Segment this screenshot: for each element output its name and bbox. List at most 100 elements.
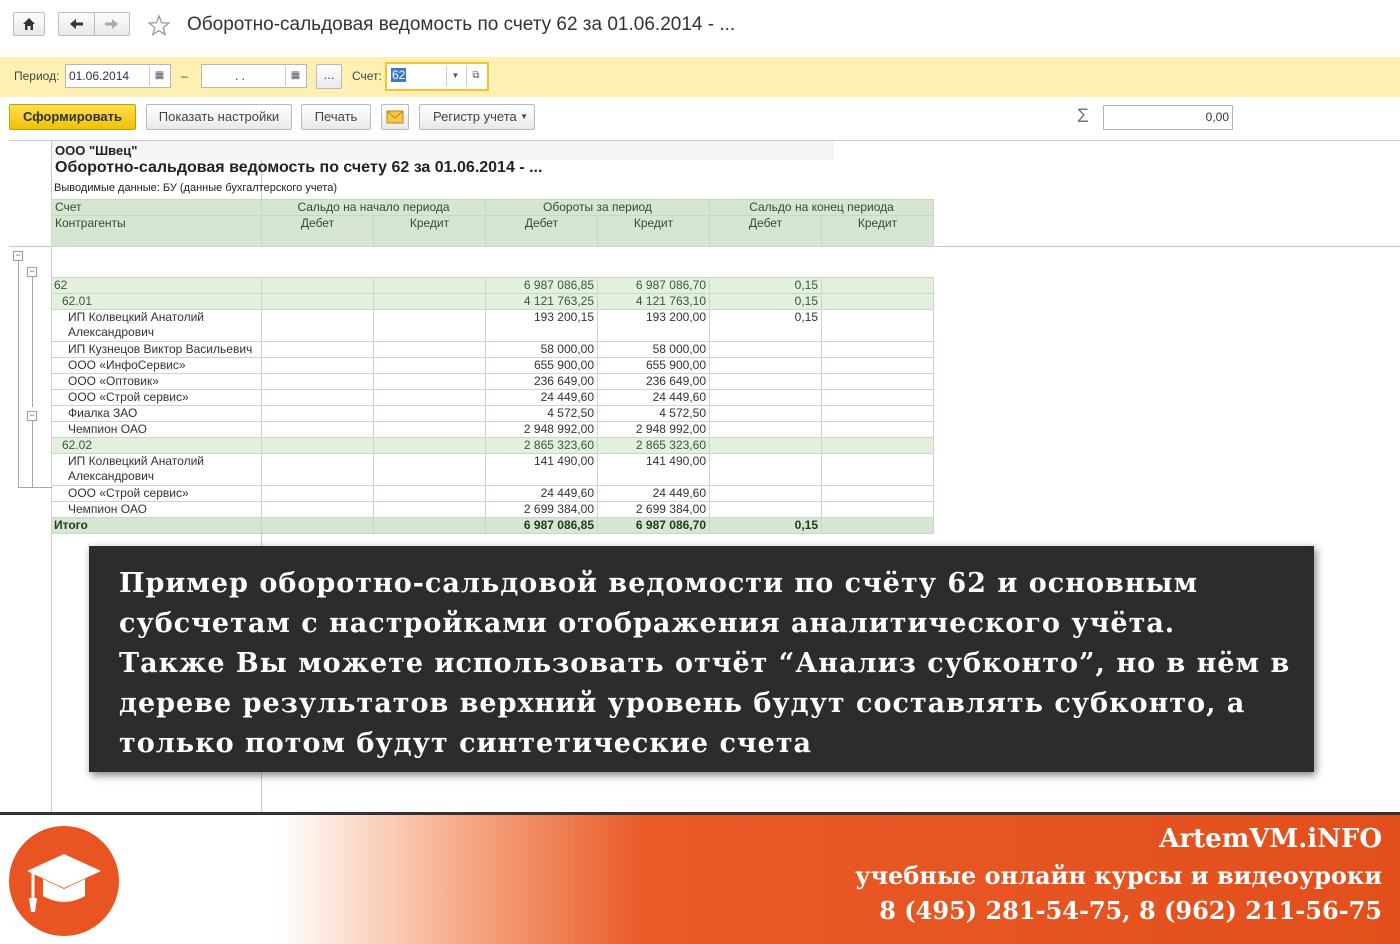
window-title: Оборотно-сальдовая ведомость по счету 62… — [187, 14, 736, 35]
amount-cell — [709, 341, 822, 358]
group-row[interactable]: 62 6 987 086,85 6 987 086,70 0,15 — [51, 277, 934, 294]
amount-cell — [261, 389, 374, 406]
group-row[interactable]: 62.01 4 121 763,25 4 121 763,10 0,15 — [51, 293, 934, 310]
table-row[interactable]: ООО «Оптовик» 236 649,00 236 649,00 — [51, 373, 934, 390]
register-dropdown[interactable]: Регистр учета ▼ — [419, 104, 535, 130]
amount-cell — [821, 277, 934, 294]
row-label: 62.02 — [51, 437, 262, 454]
phones: 8 (495) 281-54-75, 8 (962) 211-56-75 — [879, 896, 1382, 925]
back-button[interactable] — [58, 12, 94, 36]
amount-cell — [261, 357, 374, 374]
amount-cell — [261, 341, 374, 358]
period-from-input[interactable]: 01.06.2014 ▦ — [65, 64, 171, 88]
period-from-value: 01.06.2014 — [69, 69, 130, 83]
amount-cell: 193 200,15 — [485, 309, 598, 342]
caption-line: дереве результатов верхний уровень будут… — [119, 688, 1246, 719]
chevron-down-icon: ▼ — [520, 112, 528, 121]
col-header-counterparties: Контрагенты — [51, 215, 262, 247]
amount-cell: 2 865 323,60 — [485, 437, 598, 454]
email-button[interactable] — [381, 104, 409, 130]
row-label-text: 62 — [54, 278, 68, 293]
row-label: Чемпион ОАО — [51, 421, 262, 438]
amount-cell — [373, 437, 486, 454]
total-row[interactable]: Итого 6 987 086,85 6 987 086,70 0,15 — [51, 517, 934, 534]
table-row[interactable]: ИП Кузнецов Виктор Васильевич 58 000,00 58… — [51, 341, 934, 358]
gap-cell — [821, 246, 934, 278]
table-row[interactable]: ИП Колвецкий Анатолий Александрович 141 49… — [51, 453, 934, 486]
calendar-icon[interactable]: ▦ — [149, 66, 169, 86]
row-label-text: ООО «Строй сервис» — [68, 390, 189, 405]
amount-cell: 6 987 086,85 — [485, 277, 598, 294]
amount-cell: 2 699 384,00 — [597, 501, 710, 518]
period-select-button[interactable]: ... — [316, 64, 342, 89]
amount-cell: 2 948 992,00 — [597, 421, 710, 438]
collapse-icon[interactable]: − — [13, 251, 23, 261]
table-row[interactable]: ООО «ИнфоСервис» 655 900,00 655 900,00 — [51, 357, 934, 374]
table-row[interactable]: ООО «Строй сервис» 24 449,60 24 449,60 — [51, 389, 934, 406]
col-header-credit: Кредит — [821, 215, 934, 247]
home-button[interactable] — [13, 12, 45, 36]
amount-cell: 141 490,00 — [485, 453, 598, 486]
period-label: Период: — [14, 69, 60, 83]
amount-cell — [261, 437, 374, 454]
caption-line: Также Вы можете использовать отчёт “Анал… — [119, 648, 1291, 679]
open-icon[interactable]: ⧉ — [466, 66, 485, 86]
amount-cell: 655 900,00 — [485, 357, 598, 374]
calendar-icon[interactable]: ▦ — [285, 66, 305, 86]
forward-button[interactable] — [94, 12, 130, 36]
amount-cell: 0,15 — [709, 517, 822, 534]
amount-cell — [261, 485, 374, 502]
logo[interactable] — [9, 826, 119, 936]
star-icon[interactable] — [147, 14, 171, 38]
table-row[interactable]: Фиалка ЗАО 4 572,50 4 572,50 — [51, 405, 934, 422]
site-name[interactable]: ArtemVM.iNFO — [1159, 824, 1382, 854]
amount-cell: 24 449,60 — [597, 485, 710, 502]
account-select[interactable]: 62 ▼ ⧉ — [385, 62, 489, 91]
amount-cell — [373, 373, 486, 390]
amount-cell — [373, 517, 486, 534]
sum-field: 0,00 — [1103, 105, 1233, 130]
amount-cell — [821, 357, 934, 374]
gap-cell — [709, 246, 822, 278]
print-button[interactable]: Печать — [301, 104, 371, 130]
show-settings-button[interactable]: Показать настройки — [146, 104, 292, 130]
amount-cell — [709, 421, 822, 438]
tree-line — [18, 261, 52, 488]
amount-cell: 2 948 992,00 — [485, 421, 598, 438]
amount-cell — [821, 517, 934, 534]
company-name: ООО "Швец" — [55, 143, 138, 158]
row-label: 62.01 — [51, 293, 262, 310]
tagline: учебные онлайн курсы и видеоуроки — [855, 861, 1382, 890]
table-row[interactable]: ИП Колвецкий Анатолий Александрович 193 20… — [51, 309, 934, 342]
gap-cell — [597, 246, 710, 278]
amount-cell — [261, 517, 374, 534]
row-label-text: ООО «Оптовик» — [68, 374, 159, 389]
amount-cell: 4 572,50 — [597, 405, 710, 422]
chevron-down-icon[interactable]: ▼ — [446, 66, 464, 86]
group-row[interactable]: 62.02 2 865 323,60 2 865 323,60 — [51, 437, 934, 454]
row-label-text: 62.02 — [62, 438, 93, 453]
col-header-credit: Кредит — [597, 215, 710, 247]
generate-button[interactable]: Сформировать — [9, 104, 136, 130]
amount-cell — [821, 389, 934, 406]
amount-cell — [709, 453, 822, 486]
amount-cell — [261, 421, 374, 438]
table-row[interactable]: Чемпион ОАО 2 948 992,00 2 948 992,00 — [51, 421, 934, 438]
gap-cell — [485, 246, 598, 278]
amount-cell — [821, 437, 934, 454]
amount-cell — [261, 293, 374, 310]
amount-cell: 4 121 763,25 — [485, 293, 598, 310]
amount-cell: 236 649,00 — [597, 373, 710, 390]
table-row[interactable]: ООО «Строй сервис» 24 449,60 24 449,60 — [51, 485, 934, 502]
amount-cell — [821, 293, 934, 310]
amount-cell: 6 987 086,70 — [597, 277, 710, 294]
amount-cell — [821, 421, 934, 438]
table-row[interactable]: Чемпион ОАО 2 699 384,00 2 699 384,00 — [51, 501, 934, 518]
amount-cell — [821, 501, 934, 518]
amount-cell — [373, 357, 486, 374]
amount-cell — [821, 453, 934, 486]
period-to-input[interactable]: . . ▦ — [201, 64, 307, 88]
amount-cell — [709, 405, 822, 422]
amount-cell — [373, 309, 486, 342]
amount-cell — [261, 501, 374, 518]
